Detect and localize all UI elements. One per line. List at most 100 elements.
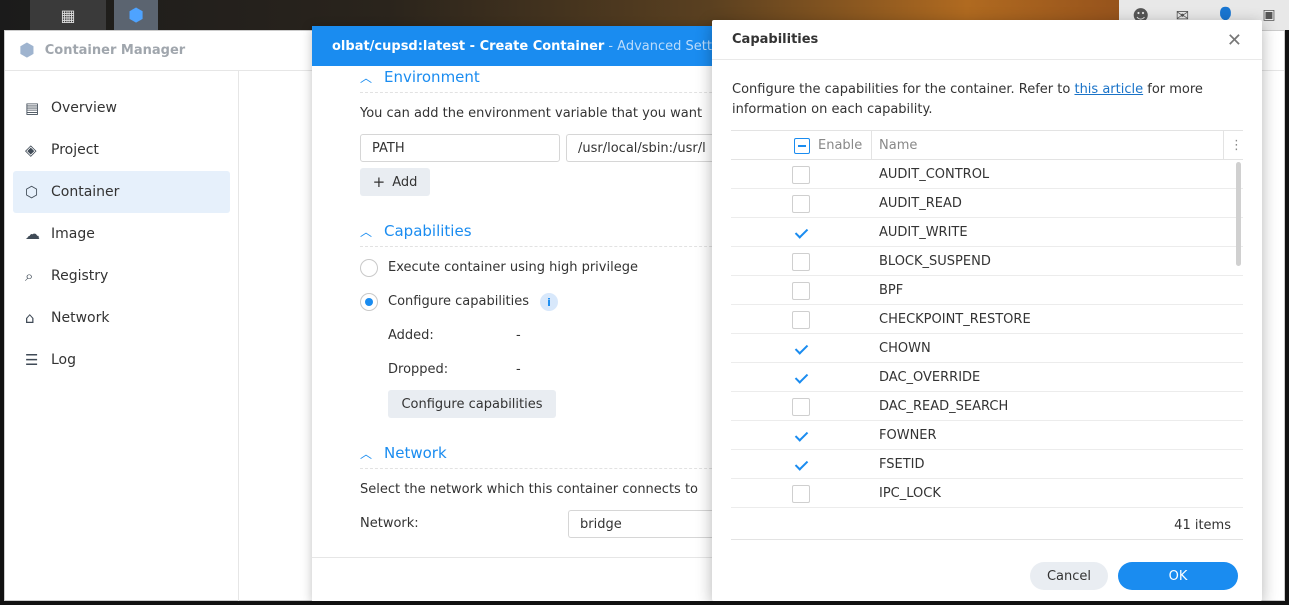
capabilities-modal: Capabilities ✕ Configure the capabilitie… [712, 20, 1262, 601]
main-menu-button[interactable]: ▦ [30, 0, 106, 30]
enable-checkbox[interactable] [792, 195, 810, 213]
add-env-button[interactable]: + Add [360, 168, 430, 196]
table-row[interactable]: AUDIT_CONTROL [731, 160, 1243, 189]
divider [360, 468, 732, 469]
log-icon: ☰ [25, 351, 39, 369]
divider [360, 92, 732, 93]
enable-column-header[interactable]: Enable [794, 131, 862, 160]
enable-checkbox[interactable] [792, 485, 810, 503]
grid-icon: ▦ [60, 5, 76, 25]
options-icon[interactable]: ▣ [1262, 7, 1275, 23]
sidebar-item-project[interactable]: ◈ Project [13, 129, 230, 171]
plus-icon: + [372, 173, 386, 191]
table-scrollbar[interactable] [1236, 162, 1241, 266]
sidebar-item-container[interactable]: ⬡ Container [13, 171, 230, 213]
capability-name: AUDIT_CONTROL [879, 167, 990, 182]
dropped-value: - [516, 362, 521, 377]
enable-checkbox[interactable] [792, 427, 810, 445]
added-label: Added: [388, 328, 434, 343]
app-title: Container Manager [44, 43, 186, 58]
create-dialog-body: ︿ Environment You can add the environmen… [312, 66, 732, 557]
table-row[interactable]: CHOWN [731, 334, 1243, 363]
enable-checkbox[interactable] [792, 311, 810, 329]
capability-name: FOWNER [879, 428, 937, 443]
divider [360, 246, 732, 247]
enable-checkbox[interactable] [792, 166, 810, 184]
column-divider [1223, 131, 1224, 160]
capability-name: FSETID [879, 457, 925, 472]
sidebar-item-log[interactable]: ☰ Log [13, 339, 230, 381]
table-row[interactable]: DAC_OVERRIDE [731, 363, 1243, 392]
sidebar-item-label: Network [51, 310, 110, 326]
env-var-value-input[interactable]: /usr/local/sbin:/usr/l [566, 134, 732, 162]
table-body: AUDIT_CONTROL AUDIT_READ AUDIT_WRITE BLOCK_… [731, 160, 1243, 508]
select-all-checkbox[interactable] [794, 137, 810, 154]
sidebar-item-label: Registry [51, 268, 109, 284]
environment-section-toggle[interactable]: ︿ Environment [360, 66, 480, 88]
network-select[interactable]: bridge [568, 510, 732, 538]
sidebar-item-registry[interactable]: ⌕ Registry [13, 255, 230, 297]
chevron-up-icon: ︿ [360, 446, 373, 461]
high-privilege-radio[interactable] [360, 259, 378, 277]
sidebar: ▤ Overview ◈ Project ⬡ Container ☁ Image ⌕ Regist… [5, 71, 239, 602]
table-row[interactable]: AUDIT_WRITE [731, 218, 1243, 247]
overview-icon: ▤ [25, 99, 40, 117]
network-icon: ⌂ [25, 309, 35, 327]
close-icon[interactable]: ✕ [1227, 30, 1242, 51]
this-article-link[interactable]: this article [1074, 82, 1143, 97]
env-var-name-input[interactable]: PATH [360, 134, 560, 162]
sidebar-item-label: Project [51, 142, 99, 158]
environment-description: You can add the environment variable tha… [360, 106, 703, 121]
table-row[interactable]: BPF [731, 276, 1243, 305]
capabilities-section-toggle[interactable]: ︿ Capabilities [360, 220, 472, 242]
enable-column-label: Enable [818, 138, 863, 153]
network-heading: Network [384, 444, 447, 462]
table-row[interactable]: FSETID [731, 450, 1243, 479]
table-row[interactable]: IPC_LOCK [731, 479, 1243, 508]
cloud-icon: ☁ [25, 225, 40, 243]
capability-name: CHECKPOINT_RESTORE [879, 312, 1031, 327]
chevron-up-icon: ︿ [360, 70, 373, 85]
items-count: 41 items [1174, 518, 1231, 533]
sidebar-item-image[interactable]: ☁ Image [13, 213, 230, 255]
column-menu-icon[interactable]: ⋮ [1230, 131, 1243, 160]
enable-checkbox[interactable] [792, 253, 810, 271]
configure-capabilities-button[interactable]: Configure capabilities [388, 390, 556, 418]
column-divider [871, 131, 872, 160]
screen-frame-right [1285, 30, 1289, 605]
registry-icon: ⌕ [25, 267, 34, 285]
table-row[interactable]: DAC_READ_SEARCH [731, 392, 1243, 421]
screen-frame-left [0, 30, 4, 605]
sidebar-item-network[interactable]: ⌂ Network [13, 297, 230, 339]
ok-button[interactable]: OK [1118, 562, 1238, 590]
table-header: Enable Name ⋮ [731, 131, 1243, 160]
table-row[interactable]: FOWNER [731, 421, 1243, 450]
layers-icon: ◈ [25, 141, 37, 159]
table-row[interactable]: CHECKPOINT_RESTORE [731, 305, 1243, 334]
capability-name: BPF [879, 283, 904, 298]
enable-checkbox[interactable] [792, 340, 810, 358]
table-row[interactable]: BLOCK_SUSPEND [731, 247, 1243, 276]
network-section-toggle[interactable]: ︿ Network [360, 442, 447, 464]
info-icon[interactable]: i [540, 293, 558, 311]
sidebar-item-overview[interactable]: ▤ Overview [13, 87, 230, 129]
screen-frame-bottom [0, 601, 1289, 605]
added-value: - [516, 328, 521, 343]
configure-capabilities-radio[interactable] [360, 293, 378, 311]
capability-name: CHOWN [879, 341, 931, 356]
table-row[interactable]: AUDIT_READ [731, 189, 1243, 218]
taskbar-container-manager-button[interactable]: ⬢ [114, 0, 158, 30]
enable-checkbox[interactable] [792, 369, 810, 387]
sidebar-item-label: Container [51, 184, 120, 200]
capabilities-description: Configure the capabilities for the conta… [732, 80, 1232, 120]
container-manager-icon: ⬢ [128, 4, 144, 26]
cancel-button[interactable]: Cancel [1030, 562, 1108, 590]
enable-checkbox[interactable] [792, 224, 810, 242]
name-column-header[interactable]: Name [879, 131, 917, 160]
enable-checkbox[interactable] [792, 282, 810, 300]
add-env-label: Add [392, 174, 418, 190]
enable-checkbox[interactable] [792, 398, 810, 416]
capabilities-modal-title: Capabilities [732, 32, 819, 47]
capability-name: BLOCK_SUSPEND [879, 254, 991, 269]
enable-checkbox[interactable] [792, 456, 810, 474]
